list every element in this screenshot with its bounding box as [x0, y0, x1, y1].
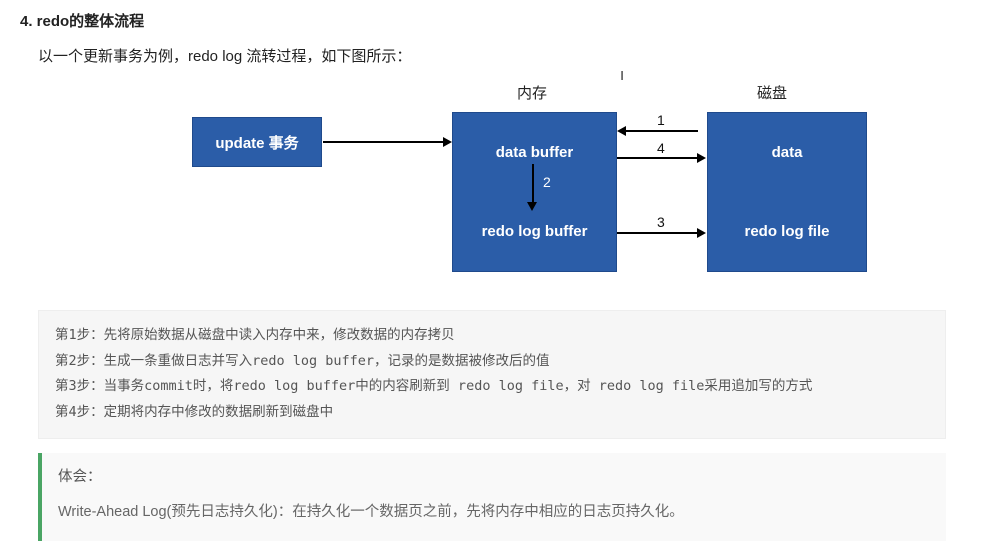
- intro-text: 以一个更新事务为例，redo log 流转过程，如下图所示：: [38, 45, 964, 66]
- note-box: 体会： Write-Ahead Log(预先日志持久化)：在持久化一个数据页之前…: [38, 453, 946, 541]
- node-data-buffer: data buffer: [453, 113, 616, 192]
- arrow-label-3: 3: [657, 214, 665, 230]
- arrow-head-icon: [617, 126, 626, 136]
- column-label-memory: 内存: [517, 82, 547, 103]
- arrow-head-icon: [697, 228, 706, 238]
- arrow-3-line: [617, 232, 697, 234]
- arrow-update-to-databuffer: [323, 141, 443, 143]
- note-title: 体会：: [58, 463, 930, 492]
- arrow-head-icon: [443, 137, 452, 147]
- arrow-4-line: [617, 157, 697, 159]
- node-memory-group: data buffer redo log buffer: [452, 112, 617, 272]
- step-4-text: 第4步：定期将内存中修改的数据刷新到磁盘中: [55, 400, 929, 426]
- step-1-text: 第1步：先将原始数据从磁盘中读入内存中来，修改数据的内存拷贝: [55, 323, 929, 349]
- redo-flow-diagram: 内存 磁盘 update 事务 data buffer redo log buf…: [107, 82, 877, 292]
- section-heading: 4. redo的整体流程: [20, 10, 964, 31]
- arrow-label-4: 4: [657, 140, 665, 156]
- node-redo-log-file: redo log file: [708, 192, 866, 271]
- arrow-head-icon: [527, 202, 537, 211]
- step-2-text: 第2步：生成一条重做日志并写入redo log buffer，记录的是数据被修改…: [55, 349, 929, 375]
- arrow-1-line: [626, 130, 698, 132]
- steps-explanation-box: 第1步：先将原始数据从磁盘中读入内存中来，修改数据的内存拷贝 第2步：生成一条重…: [38, 310, 946, 439]
- column-label-disk: 磁盘: [757, 82, 787, 103]
- node-data: data: [708, 113, 866, 192]
- note-body: Write-Ahead Log(预先日志持久化)：在持久化一个数据页之前，先将内…: [58, 498, 930, 527]
- arrow-2-line: [532, 164, 534, 202]
- step-3-text: 第3步：当事务commit时，将redo log buffer中的内容刷新到 r…: [55, 374, 929, 400]
- node-disk-group: data redo log file: [707, 112, 867, 272]
- arrow-label-2: 2: [543, 174, 551, 190]
- node-update-transaction: update 事务: [192, 117, 322, 167]
- text-cursor-icon: I: [280, 68, 964, 82]
- arrow-label-1: 1: [657, 112, 665, 128]
- arrow-head-icon: [697, 153, 706, 163]
